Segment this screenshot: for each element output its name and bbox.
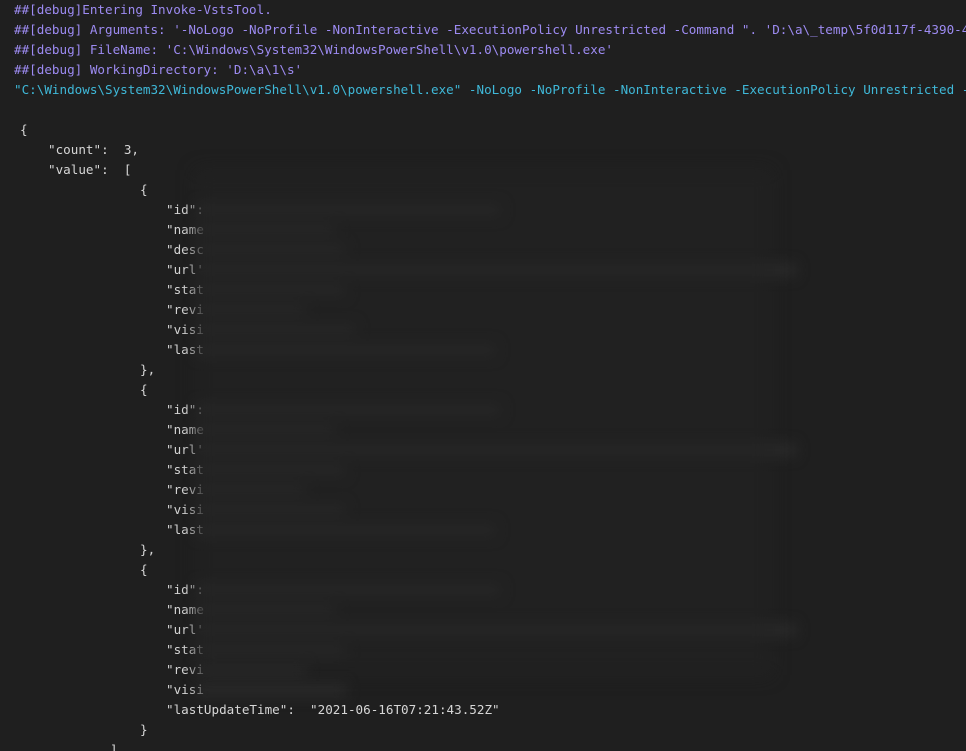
redacted-value-item3-visibility (196, 683, 346, 697)
json-line-json-value-close: ] (110, 742, 118, 751)
redacted-value-item2-name (196, 423, 336, 437)
redacted-value-item3-url (196, 623, 796, 637)
redacted-value-item2-lastupdatetime (196, 523, 496, 537)
redacted-value-item3-name (196, 603, 336, 617)
redacted-value-item1-id (196, 203, 501, 217)
redacted-value-item2-revision (196, 483, 306, 497)
log-line-debug-arguments: ##[debug] Arguments: '-NoLogo -NoProfile… (14, 22, 966, 37)
redacted-value-item2-state (196, 463, 346, 477)
redacted-value-item1-url (196, 263, 796, 277)
log-line-command-invocation: "C:\Windows\System32\WindowsPowerShell\v… (14, 82, 966, 97)
json-line-item3-close-brace: } (140, 722, 148, 737)
json-line-json-value-open: "value": [ (48, 162, 132, 177)
json-line-item3-state: "stat (166, 642, 204, 657)
redaction-blur-overlay (196, 170, 771, 675)
json-line-item2-visibility: "visi (166, 502, 204, 517)
json-line-item1-open-brace: { (140, 182, 148, 197)
redacted-value-item3-state (196, 643, 346, 657)
json-line-item2-revision: "revi (166, 482, 204, 497)
redacted-value-item1-description (196, 243, 346, 257)
redacted-value-item1-name (196, 223, 336, 237)
redacted-value-item3-id (196, 583, 501, 597)
json-line-item1-close-brace: }, (140, 362, 156, 377)
redacted-value-item2-id (196, 403, 501, 417)
json-line-item1-lastupdatetime: "last (166, 342, 204, 357)
json-line-item3-revision: "revi (166, 662, 204, 677)
json-line-item1-state: "stat (166, 282, 204, 297)
json-line-item3-visibility: "visi (166, 682, 204, 697)
log-line-debug-workingdirectory: ##[debug] WorkingDirectory: 'D:\a\1\s' (14, 62, 303, 77)
redacted-value-item1-state (196, 283, 346, 297)
json-line-item2-open-brace: { (140, 382, 148, 397)
json-line-item1-url: "url' (166, 262, 204, 277)
json-line-item1-id: "id": (166, 202, 204, 217)
log-line-debug-entering: ##[debug]Entering Invoke-VstsTool. (14, 2, 272, 17)
json-line-item2-url: "url' (166, 442, 204, 457)
json-line-item1-visibility: "visi (166, 322, 204, 337)
json-line-item3-lastupdatetime: "lastUpdateTime": "2021-06-16T07:21:43.5… (166, 702, 500, 717)
pipeline-log-console[interactable]: ##[debug]Entering Invoke-VstsTool. ##[deb… (0, 0, 966, 751)
json-line-json-count: "count": 3, (48, 142, 139, 157)
json-line-item2-id: "id": (166, 402, 204, 417)
json-line-item2-lastupdatetime: "last (166, 522, 204, 537)
redacted-value-item1-visibility (196, 323, 356, 337)
json-line-item2-close-brace: }, (140, 542, 156, 557)
json-line-item1-revision: "revi (166, 302, 204, 317)
json-line-item3-id: "id": (166, 582, 204, 597)
redacted-value-item1-lastupdatetime (196, 343, 496, 357)
json-line-item3-url: "url' (166, 622, 204, 637)
json-line-item2-name: "name (166, 422, 204, 437)
json-line-item1-description: "desc (166, 242, 204, 257)
redacted-value-item2-visibility (196, 503, 346, 517)
json-line-json-open-brace: { (20, 122, 28, 137)
redacted-value-item3-revision (196, 663, 306, 677)
json-line-item2-state: "stat (166, 462, 204, 477)
json-line-item3-name: "name (166, 602, 204, 617)
redacted-value-item2-url (196, 443, 796, 457)
json-line-item3-open-brace: { (140, 562, 148, 577)
json-line-item1-name: "name (166, 222, 204, 237)
redacted-value-item1-revision (196, 303, 306, 317)
log-line-debug-filename: ##[debug] FileName: 'C:\Windows\System32… (14, 42, 613, 57)
